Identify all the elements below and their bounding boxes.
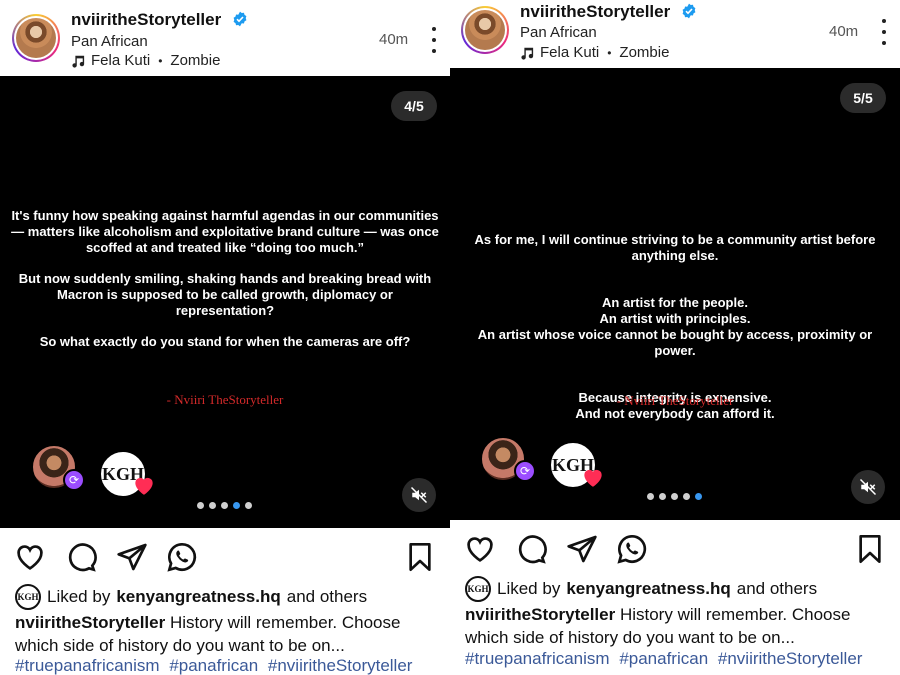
mute-button[interactable] xyxy=(402,478,436,512)
post-time: 40m xyxy=(829,23,859,40)
music-artist: Fela Kuti xyxy=(540,44,600,61)
caption-username[interactable]: nviiritheStoryteller xyxy=(15,613,165,632)
more-options-icon[interactable] xyxy=(874,19,894,45)
liker-username[interactable]: kenyangreatness.hq xyxy=(116,587,280,607)
mute-icon xyxy=(859,478,877,496)
story-paragraph: But now suddenly smiling, shaking hands … xyxy=(18,271,432,318)
profile-avatar[interactable] xyxy=(461,6,509,54)
username-link[interactable]: nviiritheStoryteller xyxy=(520,2,697,22)
liked-by-prefix: Liked by xyxy=(497,579,561,598)
post-caption: nviiritheStoryteller History will rememb… xyxy=(15,611,440,657)
action-bar xyxy=(450,533,900,567)
whatsapp-icon[interactable] xyxy=(166,541,198,573)
liked-by-prefix: Liked by xyxy=(47,587,111,606)
verified-icon xyxy=(682,3,696,19)
bookmark-icon[interactable] xyxy=(854,533,886,565)
comment-icon[interactable] xyxy=(515,533,547,565)
story-paragraph: As for me, I will continue striving to b… xyxy=(474,232,876,263)
whatsapp-icon[interactable] xyxy=(616,533,648,565)
hashtag-link[interactable]: #panafrican xyxy=(169,656,258,675)
music-artist: Fela Kuti xyxy=(91,52,151,69)
username-text[interactable]: nviiritheStoryteller xyxy=(71,10,221,29)
hashtag-link[interactable]: #panafrican xyxy=(619,649,708,668)
liked-by[interactable]: KGH Liked by kenyangreatness.hq and othe… xyxy=(15,584,367,610)
hashtags: #truepanafricanism #panafrican #nviirith… xyxy=(465,649,900,669)
carousel-dots xyxy=(647,493,702,500)
liked-by-suffix: and others xyxy=(736,579,818,598)
slide-counter: 4/5 xyxy=(391,91,437,121)
liker-avatar[interactable]: KGH xyxy=(465,576,491,602)
story-signature: - Nviiri TheStoryteller xyxy=(616,393,734,408)
story-text: As for me, I will continue striving to b… xyxy=(450,216,900,453)
post-subtitle: Pan African xyxy=(71,33,148,50)
music-song: Zombie xyxy=(170,52,221,69)
post-caption: nviiritheStoryteller History will rememb… xyxy=(465,603,890,649)
carousel-dot-active xyxy=(233,502,240,509)
like-heart-icon[interactable] xyxy=(464,533,496,565)
hashtag-link[interactable]: #truepanafricanism xyxy=(465,649,610,668)
bookmark-icon[interactable] xyxy=(404,541,436,573)
carousel-dot xyxy=(659,493,666,500)
story-paragraph: An artist for the people. An artist with… xyxy=(477,295,873,358)
liked-by[interactable]: KGH Liked by kenyangreatness.hq and othe… xyxy=(465,576,817,602)
remix-icon: ⟳ xyxy=(63,469,85,491)
like-heart-icon[interactable] xyxy=(14,541,46,573)
music-song: Zombie xyxy=(619,44,670,61)
liker-avatar[interactable]: KGH xyxy=(15,584,41,610)
carousel-dots xyxy=(197,502,252,509)
mute-icon xyxy=(410,486,428,504)
post-header: nviiritheStoryteller Pan African Fela Ku… xyxy=(0,0,450,76)
username-text[interactable]: nviiritheStoryteller xyxy=(520,2,670,21)
profile-avatar[interactable] xyxy=(12,14,60,62)
music-info[interactable]: Fela Kuti • Zombie xyxy=(71,52,220,69)
carousel-dot xyxy=(647,493,654,500)
share-icon[interactable] xyxy=(566,533,598,565)
story-media[interactable]: 5/5 As for me, I will continue striving … xyxy=(450,68,900,520)
story-signature: - Nviiri TheStoryteller xyxy=(166,392,284,407)
story-paragraph: So what exactly do you stand for when th… xyxy=(39,334,411,349)
carousel-dot xyxy=(683,493,690,500)
comment-icon[interactable] xyxy=(65,541,97,573)
story-text: It's funny how speaking against harmful … xyxy=(0,208,450,365)
post-header: nviiritheStoryteller Pan African Fela Ku… xyxy=(450,0,900,68)
story-media[interactable]: 4/5 It's funny how speaking against harm… xyxy=(0,76,450,528)
hashtag-link[interactable]: #nviiritheStoryteller xyxy=(718,649,863,668)
post-time: 40m xyxy=(379,31,409,48)
remix-icon: ⟳ xyxy=(514,460,536,482)
mute-button[interactable] xyxy=(851,470,885,504)
carousel-dot xyxy=(245,502,252,509)
post-left: nviiritheStoryteller Pan African Fela Ku… xyxy=(0,0,450,675)
hashtag-link[interactable]: #truepanafricanism xyxy=(15,656,160,675)
post-subtitle: Pan African xyxy=(520,24,597,41)
music-info[interactable]: Fela Kuti • Zombie xyxy=(520,44,669,61)
username-link[interactable]: nviiritheStoryteller xyxy=(71,10,248,30)
story-paragraph: It's funny how speaking against harmful … xyxy=(11,208,439,255)
heart-reaction-icon xyxy=(584,469,602,487)
slide-counter: 5/5 xyxy=(840,83,886,113)
liker-username[interactable]: kenyangreatness.hq xyxy=(566,579,730,599)
carousel-dot xyxy=(671,493,678,500)
share-icon[interactable] xyxy=(116,541,148,573)
heart-reaction-icon xyxy=(135,477,153,495)
hashtags: #truepanafricanism #panafrican #nviirith… xyxy=(15,656,450,675)
verified-icon xyxy=(233,11,247,27)
carousel-dot xyxy=(197,502,204,509)
music-note-icon xyxy=(521,47,534,60)
caption-username[interactable]: nviiritheStoryteller xyxy=(465,605,615,624)
liked-by-suffix: and others xyxy=(286,587,368,606)
post-right: nviiritheStoryteller Pan African Fela Ku… xyxy=(450,0,900,675)
more-options-icon[interactable] xyxy=(424,27,444,53)
hashtag-link[interactable]: #nviiritheStoryteller xyxy=(268,656,413,675)
carousel-dot xyxy=(221,502,228,509)
music-note-icon xyxy=(72,55,85,68)
carousel-dot xyxy=(209,502,216,509)
action-bar xyxy=(0,541,450,575)
carousel-dot-active xyxy=(695,493,702,500)
